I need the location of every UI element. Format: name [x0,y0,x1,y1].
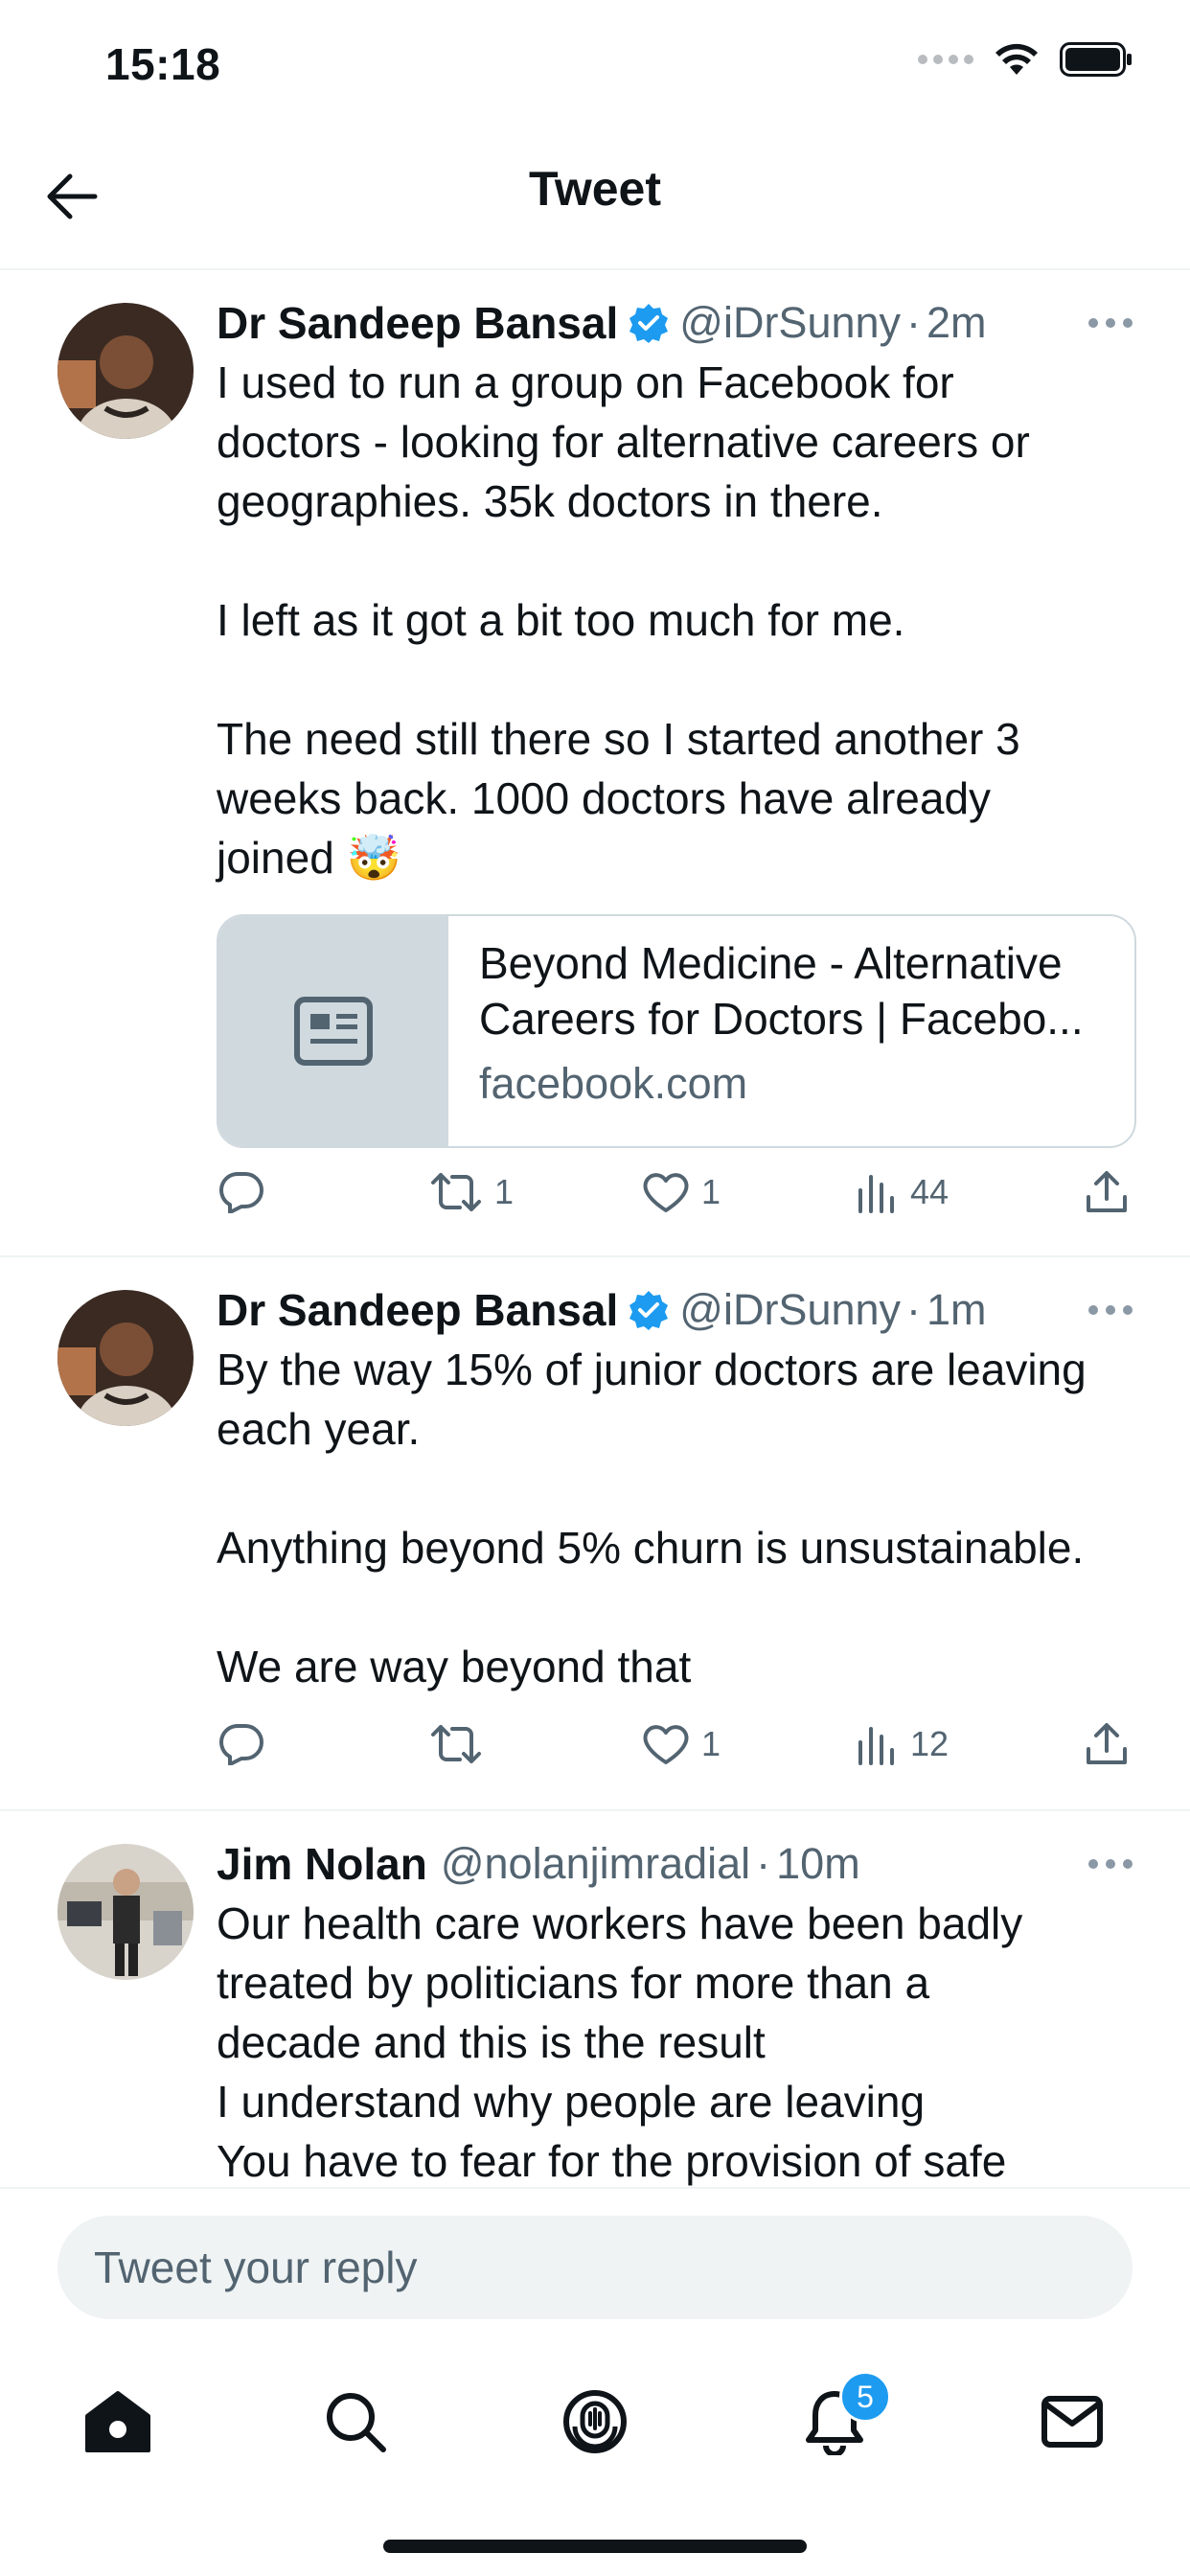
author-name[interactable]: Dr Sandeep Bansal [217,297,618,349]
tab-spaces[interactable] [552,2379,638,2465]
views-count: 12 [910,1724,950,1763]
search-icon [327,2393,386,2452]
status-time: 15:18 [105,39,221,89]
like-button[interactable]: 1 [642,1163,721,1221]
retweet-icon [431,1725,481,1763]
like-count: 1 [701,1172,721,1211]
share-button[interactable] [1085,1715,1129,1773]
tweet[interactable]: Dr Sandeep Bansal @iDrSunny · 1m By the … [0,1257,1190,1811]
tab-home[interactable] [75,2379,161,2465]
reply-button[interactable] [218,1163,264,1221]
tweet-text: I used to run a group on Facebook for do… [217,357,1030,883]
avatar[interactable] [57,1844,194,1980]
views-button[interactable]: 44 [857,1163,949,1221]
share-icon [1087,1723,1127,1764]
top-nav: Tweet [0,125,1190,270]
verified-badge-icon [628,302,670,344]
tweet[interactable]: Jim Nolan @nolanjimradial · 10m Our heal… [0,1811,1190,2187]
author-handle[interactable]: @iDrSunny [679,298,901,348]
home-icon [85,2391,150,2452]
author-handle[interactable]: @iDrSunny [679,1285,901,1335]
more-options-icon[interactable] [1088,1834,1133,1894]
views-button[interactable]: 12 [857,1715,949,1773]
link-domain: facebook.com [479,1059,748,1108]
heart-icon [643,1725,689,1764]
tweet-time: 2m [927,298,987,347]
verified-badge-icon [628,1289,670,1331]
status-bar: 15:18 [0,0,1190,125]
article-icon [218,916,448,1146]
tab-messages[interactable] [1029,2379,1115,2465]
author-name[interactable]: Jim Nolan [217,1838,427,1890]
tweet-text: Our health care workers have been badly … [217,1898,1023,2186]
author-name[interactable]: Dr Sandeep Bansal [217,1284,618,1336]
avatar[interactable] [57,303,194,439]
heart-icon [643,1173,689,1212]
reply-button[interactable] [218,1715,264,1773]
link-preview-card[interactable]: Beyond Medicine - Alternative Careers fo… [217,914,1136,1148]
tweet-time: 1m [927,1285,987,1334]
more-options-icon[interactable] [1088,1280,1133,1340]
signal-icon [918,55,973,64]
page-title: Tweet [529,162,661,216]
reply-icon [219,1172,263,1213]
notifications-badge: 5 [839,2371,891,2423]
tweet-time: 10m [776,1839,860,1888]
tweet-actions: 1 12 [217,1715,1133,1773]
analytics-icon [858,1727,894,1765]
tweet-actions: 1 1 44 [217,1163,1133,1221]
retweet-button[interactable]: 1 [429,1163,514,1221]
more-options-icon[interactable] [1088,293,1133,353]
home-indicator [383,2540,807,2553]
views-count: 44 [910,1172,950,1211]
spaces-icon [563,2390,627,2453]
like-button[interactable]: 1 [642,1715,721,1773]
analytics-icon [858,1175,894,1213]
share-icon [1087,1171,1127,1212]
reply-input[interactable]: Tweet your reply [57,2216,1133,2319]
retweet-count: 1 [494,1172,515,1211]
author-handle[interactable]: @nolanjimradial [441,1839,750,1889]
tweet[interactable]: Dr Sandeep Bansal @iDrSunny · 2m I used … [0,270,1190,1257]
avatar[interactable] [57,1290,194,1426]
retweet-icon [431,1173,481,1211]
tab-search[interactable] [312,2379,399,2465]
link-title: Beyond Medicine - Alternative Careers fo… [479,938,1084,1044]
share-button[interactable] [1085,1163,1129,1221]
mail-icon [1041,2396,1103,2448]
tweet-text: By the way 15% of junior doctors are lea… [217,1345,1087,1691]
reply-icon [219,1724,263,1765]
tab-notifications[interactable]: 5 [791,2371,891,2465]
retweet-button[interactable] [429,1715,494,1773]
wifi-icon [995,43,1038,75]
reply-bar: Tweet your reply [0,2187,1190,2342]
like-count: 1 [701,1724,721,1763]
battery-icon [1060,42,1132,77]
